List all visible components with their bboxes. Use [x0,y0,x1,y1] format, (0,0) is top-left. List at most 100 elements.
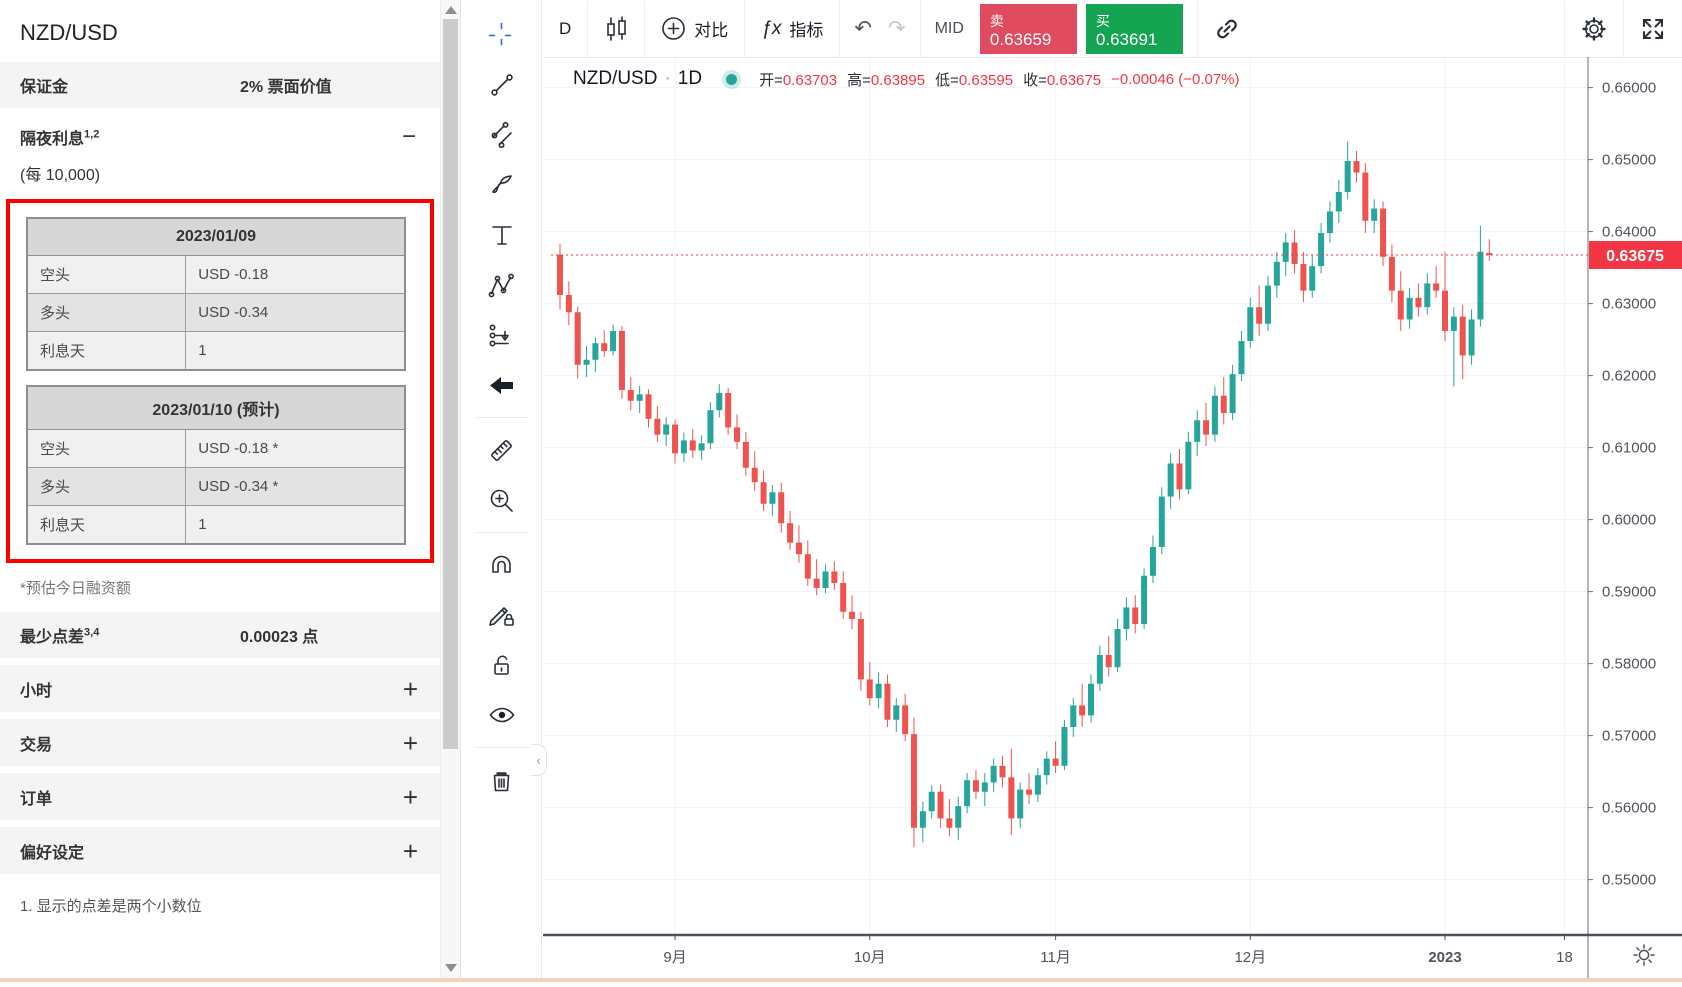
candles-icon [604,16,628,42]
min-spread-footnote-sup: 3,4 [84,627,99,639]
overnight-label: 隔夜利息 [20,131,84,148]
crosshair-icon[interactable] [479,10,525,60]
zoom-in-icon[interactable] [479,475,525,525]
magnet-icon[interactable] [479,540,525,590]
buy-button[interactable]: 买 0.63691 [1086,4,1183,54]
funding-table-row: 空头USD -0.18 [27,256,405,294]
brush-icon[interactable] [479,160,525,210]
funding-table-row: 利息天1 [27,506,405,545]
min-spread-row: 最少点差3,4 0.00023 点 [0,612,440,658]
bottom-page-strip [0,978,1682,982]
arrow-marker-icon[interactable] [479,360,525,410]
expand-plus-icon: + [403,784,418,810]
scroll-down-arrow-icon[interactable] [445,964,457,972]
chart-legend: NZD/USD · 1D 开=0.63703 高=0.63895 低=0.635… [573,68,1240,90]
accordion-偏好设定[interactable]: 偏好设定+ [0,827,440,874]
svg-text:0.62000: 0.62000 [1602,368,1656,385]
funding-highlight-box: 2023/01/09空头USD -0.18多头USD -0.34利息天12023… [6,199,434,563]
compare-plus-icon [661,16,686,41]
collapse-section-button[interactable]: − [402,125,416,149]
accordion-交易[interactable]: 交易+ [0,719,440,766]
min-spread-label: 最少点差 [20,629,84,646]
parallel-channel-icon[interactable] [479,110,525,160]
buy-price: 0.63691 [1096,30,1183,50]
instrument-info-sidebar: NZD/USD 保证金 2% 票面价值 隔夜利息1,2 − (每 10,000)… [0,0,440,978]
drawing-toolbar [462,0,542,978]
fx-icon: ƒx [761,18,781,40]
settings-button[interactable] [1565,1,1623,57]
funding-table-date: 2023/01/10 (预计) [27,386,405,430]
svg-text:18: 18 [1556,949,1573,966]
svg-text:10月: 10月 [854,949,886,966]
compare-button[interactable]: 对比 [645,1,744,57]
toolbar-collapse-handle[interactable]: ‹ [531,744,547,776]
accordion-订单[interactable]: 订单+ [0,773,440,820]
instrument-title: NZD/USD [0,0,440,62]
expand-plus-icon: + [403,676,418,702]
scrollbar-thumb[interactable] [443,19,458,749]
forecast-icon[interactable] [479,310,525,360]
svg-text:2023: 2023 [1428,949,1461,966]
high-label: 高= [847,72,871,89]
scroll-up-arrow-icon[interactable] [445,6,457,14]
legend-symbol: NZD/USD [573,68,657,90]
fullscreen-icon [1640,16,1666,42]
margin-label: 保证金 [20,73,68,97]
sell-button[interactable]: 卖 0.63659 [980,4,1077,54]
overnight-footnote-sup: 1,2 [84,129,99,141]
svg-text:0.64000: 0.64000 [1602,224,1656,241]
interval-button[interactable]: D [543,1,587,57]
market-status-dot [726,74,737,85]
close-label: 收= [1023,72,1047,89]
indicators-button[interactable]: ƒx 指标 [745,1,839,57]
chart-top-toolbar: D 对比 ƒx 指标 ↶ ↷ MID 卖 0.63659 买 0.63691 [543,0,1682,58]
min-spread-value: 0.00023 点 [240,623,318,647]
redo-button[interactable]: ↷ [880,1,920,57]
svg-text:0.56000: 0.56000 [1602,800,1656,817]
theme-brightness-icon[interactable] [1632,943,1656,972]
overnight-interest-header: 隔夜利息1,2 − [0,115,440,159]
candlestick-chart[interactable]: 0.660000.650000.640000.630000.620000.610… [543,57,1682,982]
unlock-icon[interactable] [479,640,525,690]
open-label: 开= [759,72,783,89]
toolbar-divider [475,747,529,748]
chart-style-button[interactable] [588,1,644,57]
funding-table-row: 空头USD -0.18 * [27,430,405,468]
low-value: 0.63595 [959,72,1013,89]
per-unit-note: (每 10,000) [0,159,440,197]
drawing-lock-icon[interactable] [479,590,525,640]
accordion-小时[interactable]: 小时+ [0,665,440,712]
toolbar-divider [475,532,529,533]
margin-value: 2% 票面价值 [240,73,332,97]
svg-text:11月: 11月 [1040,949,1071,966]
funding-table-row: 利息天1 [27,332,405,371]
gear-icon [1581,16,1607,42]
funding-table: 2023/01/10 (预计)空头USD -0.18 *多头USD -0.34 … [26,385,406,545]
change-value: −0.00046 (−0.07%) [1111,71,1239,88]
chart-canvas[interactable]: 0.660000.650000.640000.630000.620000.610… [543,57,1682,982]
margin-row: 保证金 2% 票面价值 [0,62,440,108]
eye-icon[interactable] [479,690,525,740]
text-tool-icon[interactable] [479,210,525,260]
svg-text:0.58000: 0.58000 [1602,656,1656,673]
undo-button[interactable]: ↶ [840,1,880,57]
svg-text:0.65000: 0.65000 [1602,152,1656,169]
svg-text:0.60000: 0.60000 [1602,512,1656,529]
ruler-icon[interactable] [479,425,525,475]
sidebar-scrollbar[interactable] [440,0,461,978]
svg-text:0.55000: 0.55000 [1602,872,1656,889]
price-source-selector[interactable]: MID [935,20,964,38]
chart-pane: D 对比 ƒx 指标 ↶ ↷ MID 卖 0.63659 买 0.63691 [543,0,1682,982]
svg-text:0.57000: 0.57000 [1602,728,1656,745]
trash-icon[interactable] [479,755,525,805]
open-value: 0.63703 [783,72,837,89]
legend-interval: 1D [678,68,702,90]
expand-plus-icon: + [403,838,418,864]
sidebar-footnote: 1. 显示的点差是两个小数位 [0,881,440,916]
link-button[interactable] [1198,1,1256,57]
xabcd-pattern-icon[interactable] [479,260,525,310]
fullscreen-button[interactable] [1624,1,1682,57]
svg-text:0.63000: 0.63000 [1602,296,1656,313]
expand-plus-icon: + [403,730,418,756]
trend-line-icon[interactable] [479,60,525,110]
